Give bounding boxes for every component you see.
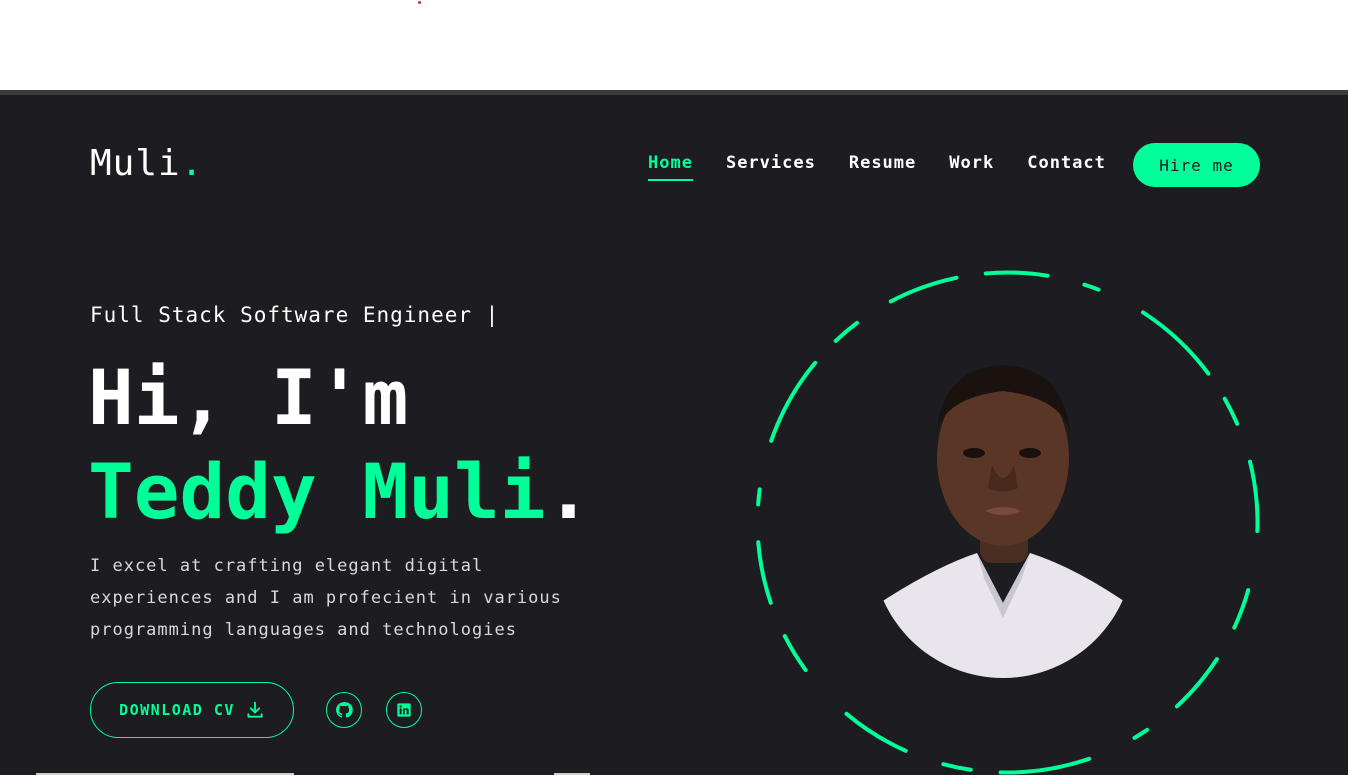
nav-item-resume[interactable]: Resume [849,153,916,181]
site-logo[interactable]: Muli. [90,143,203,184]
linkedin-icon [397,703,411,717]
portfolio-page: Muli. Home Services Resume Work Contact … [0,95,1348,775]
github-button[interactable] [326,692,362,728]
hire-me-button[interactable]: Hire me [1133,143,1260,187]
hero-name-dot: . [545,447,592,536]
hero-name-line: Teddy Muli. [88,447,591,537]
hero-greeting: Hi, I'm [88,353,409,442]
nav-item-home[interactable]: Home [648,153,693,181]
cursor-dot [418,1,421,4]
logo-text: Muli [90,143,181,184]
nav-item-work[interactable]: Work [949,153,994,181]
browser-blank-area [0,0,1348,90]
nav-item-contact[interactable]: Contact [1027,153,1106,181]
linkedin-button[interactable] [386,692,422,728]
hero-description: I excel at crafting elegant digital expe… [90,556,562,640]
download-cv-label: DOWNLOAD CV [119,701,235,719]
github-icon [336,702,353,718]
logo-dot: . [180,143,204,184]
download-cv-button[interactable]: DOWNLOAD CV [90,682,294,738]
download-icon [247,701,263,718]
hero-subtitle: Full Stack Software Engineer | [90,303,500,327]
nav-item-services[interactable]: Services [726,153,816,181]
profile-photo [872,353,1134,678]
hero-name: Teddy Muli [88,447,546,536]
main-nav: Home Services Resume Work Contact [648,153,1106,181]
